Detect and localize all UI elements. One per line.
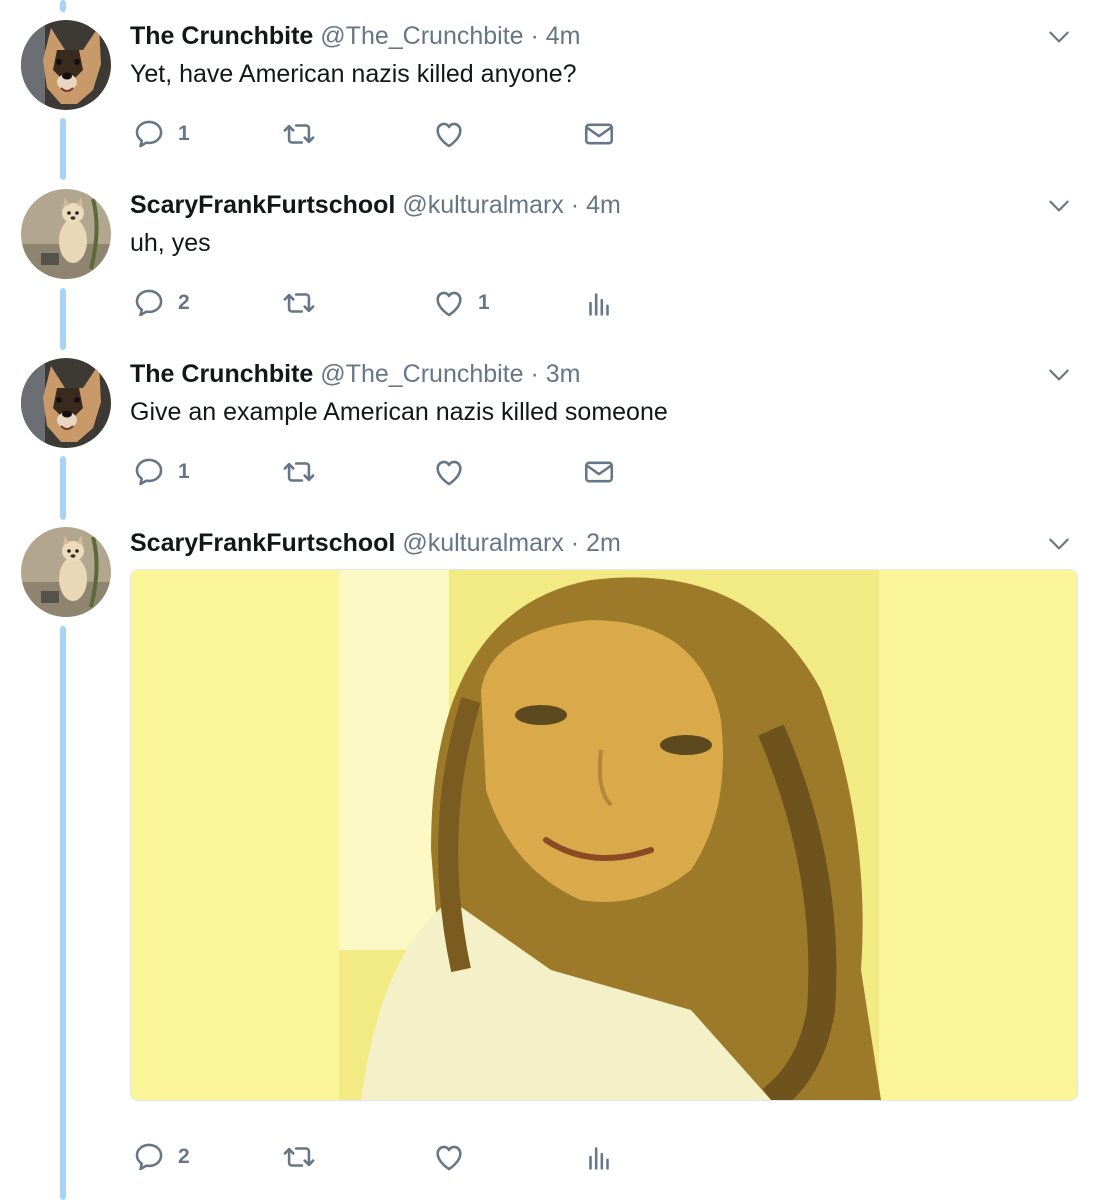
meta-separator: ·	[563, 191, 587, 219]
meta-separator: ·	[563, 529, 587, 557]
timestamp[interactable]: 4m	[546, 22, 581, 50]
like-button[interactable]	[432, 452, 466, 492]
thread-line	[60, 0, 66, 12]
tweet-header: ScaryFrankFurtschool @kulturalmarx · 2m	[130, 527, 1038, 559]
retweet-icon	[282, 117, 316, 151]
tweet: The Crunchbite @The_Crunchbite · 4m Yet,…	[0, 20, 1098, 160]
tweet: ScaryFrankFurtschool @kulturalmarx · 2m …	[0, 527, 1098, 1200]
chevron-down-icon[interactable]	[1046, 24, 1072, 50]
like-button[interactable]	[432, 1137, 466, 1177]
dog-avatar[interactable]	[21, 358, 111, 448]
author-handle[interactable]: @The_Crunchbite	[320, 360, 523, 388]
reply-count: 2	[178, 1145, 190, 1168]
dog-avatar[interactable]	[21, 20, 111, 110]
heart-icon	[432, 286, 466, 320]
puppy-avatar[interactable]	[21, 189, 111, 279]
reply-count: 2	[178, 291, 190, 314]
like-button[interactable]	[432, 114, 466, 154]
timestamp[interactable]: 4m	[586, 191, 621, 219]
tweet-text: Yet, have American nazis killed anyone?	[130, 60, 577, 88]
retweet-button[interactable]	[282, 452, 316, 492]
reply-button[interactable]: 1	[132, 452, 190, 492]
tweet-actions: 2 1	[130, 283, 650, 323]
reply-button[interactable]: 2	[132, 283, 190, 323]
author-handle[interactable]: @The_Crunchbite	[320, 22, 523, 50]
tweet-text: Give an example American nazis killed so…	[130, 398, 668, 426]
reply-count: 1	[178, 460, 190, 483]
tweet-header: The Crunchbite @The_Crunchbite · 4m	[130, 20, 1038, 52]
tweet-actions: 1	[130, 114, 650, 154]
tweet-actions: 1	[130, 452, 650, 492]
analytics-icon	[582, 1140, 616, 1174]
analytics-button[interactable]	[582, 1137, 616, 1177]
heart-icon	[432, 117, 466, 151]
reply-icon	[132, 117, 166, 151]
reply-icon	[132, 455, 166, 489]
like-count: 1	[478, 291, 490, 314]
analytics-icon	[582, 286, 616, 320]
reply-icon	[132, 1140, 166, 1174]
author-name[interactable]: The Crunchbite	[130, 360, 313, 388]
meta-separator: ·	[523, 22, 546, 50]
author-handle[interactable]: @kulturalmarx	[402, 191, 564, 219]
direct-message-button[interactable]	[582, 114, 616, 154]
mail-icon	[582, 455, 616, 489]
heart-icon	[432, 1140, 466, 1174]
tweet-text: uh, yes	[130, 229, 211, 257]
retweet-button[interactable]	[282, 283, 316, 323]
heart-icon	[432, 455, 466, 489]
photo-of-woman-smiling	[131, 570, 1077, 1100]
meta-separator: ·	[523, 360, 546, 388]
analytics-button[interactable]	[582, 283, 616, 323]
chevron-down-icon[interactable]	[1046, 531, 1072, 557]
like-button[interactable]: 1	[432, 283, 490, 323]
chevron-down-icon[interactable]	[1046, 362, 1072, 388]
tweet-actions: 2	[130, 1137, 650, 1177]
timestamp[interactable]: 2m	[586, 529, 621, 557]
chevron-down-icon[interactable]	[1046, 193, 1072, 219]
author-name[interactable]: ScaryFrankFurtschool	[130, 191, 395, 219]
retweet-button[interactable]	[282, 114, 316, 154]
retweet-icon	[282, 455, 316, 489]
tweet: The Crunchbite @The_Crunchbite · 3m Give…	[0, 358, 1098, 498]
tweet: ScaryFrankFurtschool @kulturalmarx · 4m …	[0, 189, 1098, 329]
retweet-button[interactable]	[282, 1137, 316, 1177]
puppy-avatar[interactable]	[21, 527, 111, 617]
tweet-header: ScaryFrankFurtschool @kulturalmarx · 4m	[130, 189, 1038, 221]
author-handle[interactable]: @kulturalmarx	[402, 529, 564, 557]
retweet-icon	[282, 286, 316, 320]
reply-count: 1	[178, 122, 190, 145]
retweet-icon	[282, 1140, 316, 1174]
reply-button[interactable]: 1	[132, 114, 190, 154]
tweet-header: The Crunchbite @The_Crunchbite · 3m	[130, 358, 1038, 390]
author-name[interactable]: ScaryFrankFurtschool	[130, 529, 395, 557]
tweet-photo[interactable]	[130, 569, 1078, 1101]
author-name[interactable]: The Crunchbite	[130, 22, 313, 50]
timestamp[interactable]: 3m	[546, 360, 581, 388]
reply-button[interactable]: 2	[132, 1137, 190, 1177]
mail-icon	[582, 117, 616, 151]
reply-icon	[132, 286, 166, 320]
direct-message-button[interactable]	[582, 452, 616, 492]
